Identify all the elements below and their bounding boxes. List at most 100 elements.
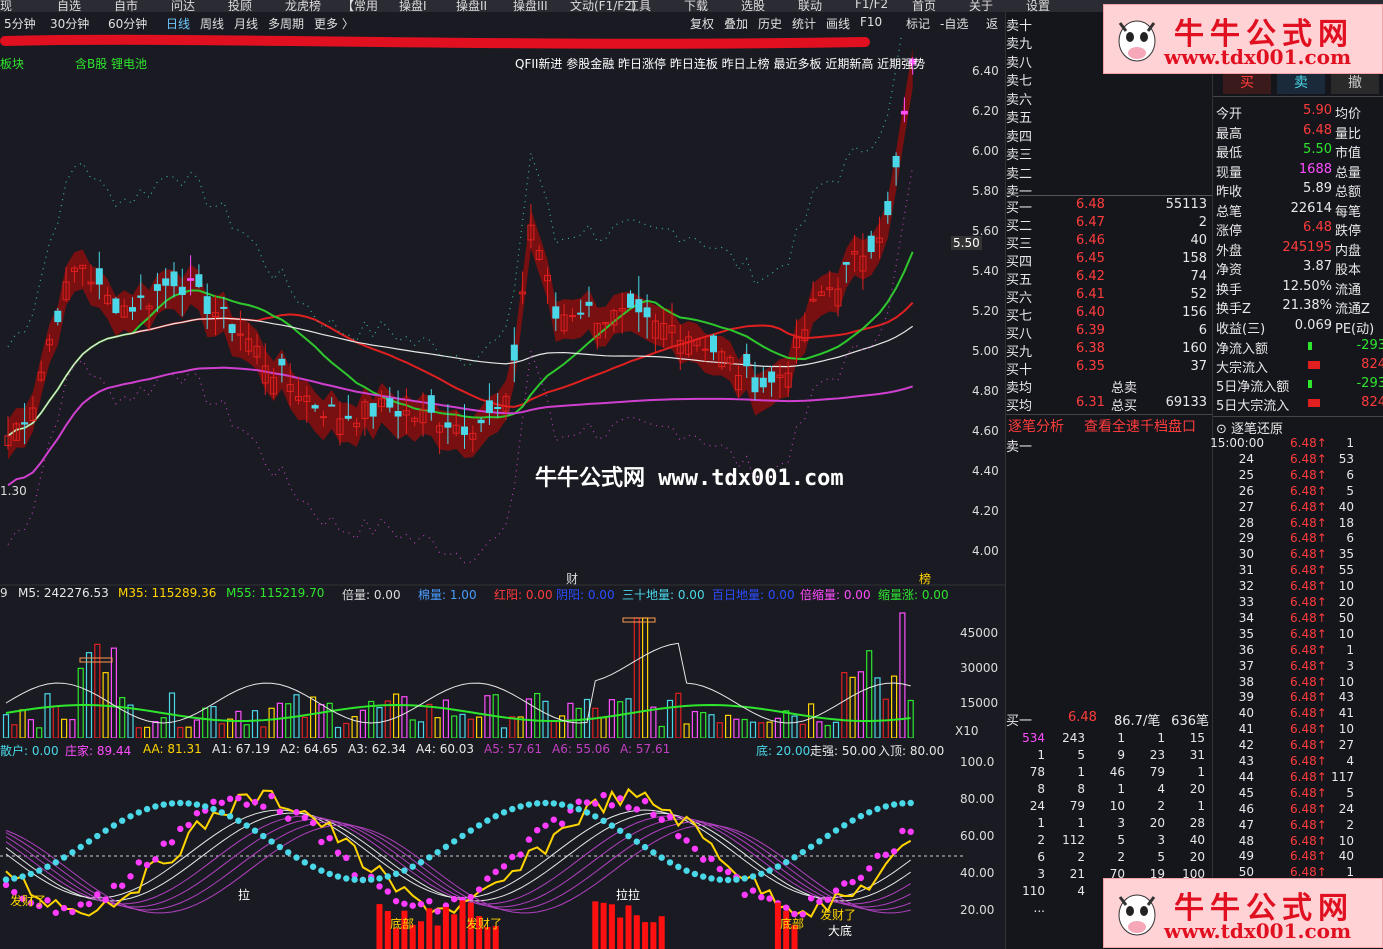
toolbar-button[interactable]: 标记 bbox=[906, 15, 930, 32]
book-link[interactable]: 逐笔分析 bbox=[1008, 416, 1064, 436]
toolbar-button[interactable]: 画线 bbox=[826, 15, 850, 32]
stat-label: 最高 bbox=[1216, 126, 1243, 142]
indicator-dot bbox=[451, 838, 458, 845]
price-marker: 5.50 bbox=[951, 236, 982, 250]
tick-volume: 10 bbox=[1338, 833, 1354, 848]
indicator-dot bbox=[459, 832, 466, 840]
toolbar-button[interactable]: F10 bbox=[860, 15, 882, 29]
indicator-stat-a5: A5: 57.61 bbox=[484, 742, 543, 756]
period-tab[interactable]: 周线 bbox=[200, 15, 224, 32]
tick-volume: 117 bbox=[1331, 769, 1354, 784]
buy-level-volume: 158 bbox=[1182, 251, 1207, 266]
indicator-dot bbox=[583, 799, 591, 806]
toolbar-button[interactable]: 叠加 bbox=[724, 15, 748, 32]
toolbar-button[interactable]: 复权 bbox=[690, 15, 714, 32]
period-tab[interactable]: 更多 〉 bbox=[314, 15, 354, 32]
indicator-dot bbox=[235, 817, 242, 824]
indicator-bar bbox=[633, 915, 640, 949]
period-tab[interactable]: 30分钟 bbox=[50, 15, 89, 32]
hot-topic-links[interactable]: QFII新进 参股金融 昨日涨停 昨日连板 昨日上榜 最近多板 近期新高 近期强… bbox=[515, 55, 925, 72]
flow-label: 5日净流入额 bbox=[1216, 380, 1290, 395]
indicator-dot bbox=[882, 803, 889, 810]
queue-cell: ... bbox=[1033, 901, 1045, 915]
stat-label: 量比 bbox=[1335, 126, 1362, 142]
indicator-dot bbox=[500, 863, 508, 870]
indicator-dot bbox=[716, 876, 723, 883]
rank-mark: 榜 bbox=[919, 572, 932, 586]
indicator-bar bbox=[608, 904, 615, 949]
indicator-dot bbox=[243, 822, 250, 829]
volume-stat-suozhang: 缩量涨: 0.00 bbox=[878, 588, 949, 602]
tick-time: 48 bbox=[1238, 833, 1254, 848]
indicator-dot bbox=[633, 838, 640, 845]
indicator-dot bbox=[102, 896, 109, 903]
indicator-dot bbox=[550, 816, 557, 823]
period-tab[interactable]: 日线 bbox=[166, 15, 190, 32]
indicator-dot bbox=[575, 805, 582, 813]
indicator-dot bbox=[409, 902, 416, 909]
period-tab[interactable]: 月线 bbox=[234, 15, 258, 32]
volume-chart[interactable] bbox=[0, 603, 965, 738]
sell-level-label: 卖七 bbox=[1006, 74, 1033, 89]
queue-cell: 5 bbox=[1077, 748, 1085, 762]
tick-price: 6.48↑ bbox=[1290, 547, 1327, 562]
indicator-dot bbox=[60, 854, 68, 861]
indicator-stat-dingbu: 入顶: 80.00 bbox=[878, 744, 945, 758]
indicator-dot bbox=[807, 843, 815, 850]
book-link[interactable]: 查看全速千档盘口 bbox=[1084, 416, 1196, 436]
tick-price: 6.48↑ bbox=[1290, 467, 1327, 482]
indicator-dot bbox=[550, 800, 557, 807]
cow-mascot-icon bbox=[1118, 20, 1156, 62]
toolbar-button[interactable]: 历史 bbox=[758, 15, 782, 32]
indicator-dot bbox=[467, 893, 474, 901]
sell-level-label: 卖四 bbox=[1006, 129, 1033, 145]
indicator-dot bbox=[791, 854, 798, 861]
toolbar-button[interactable]: -自选 bbox=[940, 15, 968, 32]
queue-row: 8 8 1 4 20 bbox=[1006, 781, 1213, 799]
top-menu-item[interactable]: F1/F2 bbox=[855, 0, 888, 11]
indicator-dot bbox=[218, 809, 225, 816]
sell-button[interactable]: 卖 bbox=[1277, 72, 1325, 94]
sell-level-label: 卖五 bbox=[1006, 111, 1033, 126]
tick-time: 25 bbox=[1238, 467, 1254, 482]
indicator-dot bbox=[849, 878, 856, 886]
buy-level-price: 6.42 bbox=[1076, 269, 1105, 284]
indicator-bar bbox=[600, 902, 607, 949]
tick-price: 6.48↑ bbox=[1290, 531, 1327, 546]
cancel-button[interactable]: 撤 bbox=[1331, 72, 1379, 94]
indicator-dot bbox=[517, 851, 524, 858]
indicator-dot bbox=[675, 832, 682, 840]
tick-volume: 55 bbox=[1338, 563, 1354, 578]
tick-price: 6.48↑ bbox=[1290, 817, 1327, 832]
indicator-dot bbox=[152, 856, 159, 863]
indicator-dot bbox=[110, 882, 118, 890]
candlestick-chart[interactable] bbox=[0, 34, 1005, 589]
tick-volume: 5 bbox=[1346, 785, 1354, 800]
period-tab[interactable]: 5分钟 bbox=[4, 15, 36, 32]
toolbar-button[interactable]: 统计 bbox=[792, 15, 816, 32]
ticks-title-row: ⊙ 逐笔还原 bbox=[1213, 416, 1383, 437]
tick-time: 26 bbox=[1238, 483, 1254, 498]
queue-cell: 2 bbox=[1077, 850, 1085, 864]
price-tick: 5.60 bbox=[972, 224, 999, 238]
buy-level-row: 买一 6.48 55113 bbox=[1006, 196, 1213, 216]
indicator-dot bbox=[608, 802, 616, 809]
volume-stat-sanshi: 三十地量: 0.00 bbox=[622, 588, 705, 602]
buy-level-row: 买六 6.41 52 bbox=[1006, 286, 1213, 306]
flow-label: 5日大宗流入 bbox=[1216, 399, 1290, 414]
sell-level-label: 卖三 bbox=[1006, 148, 1033, 163]
buy-button[interactable]: 买 bbox=[1223, 72, 1271, 94]
period-tab[interactable]: 60分钟 bbox=[108, 15, 147, 32]
indicator-dot bbox=[127, 813, 134, 820]
volume-tick: 15000 bbox=[960, 696, 999, 710]
indicator-signal-label: 发财了 bbox=[820, 908, 857, 922]
buy-level-price: 6.47 bbox=[1076, 215, 1105, 230]
stat-label: 涨停 bbox=[1216, 224, 1243, 239]
order-book: 卖十 卖九 卖八 卖七 卖六 卖五 卖四 卖三 卖二 卖一 买一 6.48 55113 买二 6.47 2 买三… bbox=[1005, 12, 1213, 949]
tick-volume: 41 bbox=[1338, 706, 1354, 721]
indicator-dot bbox=[376, 883, 383, 890]
buy-level-volume: 52 bbox=[1190, 287, 1207, 302]
queue-cell: 1 bbox=[1077, 816, 1085, 830]
period-tab[interactable]: 多周期 bbox=[268, 15, 304, 32]
flow-value: -293 bbox=[1356, 338, 1383, 353]
